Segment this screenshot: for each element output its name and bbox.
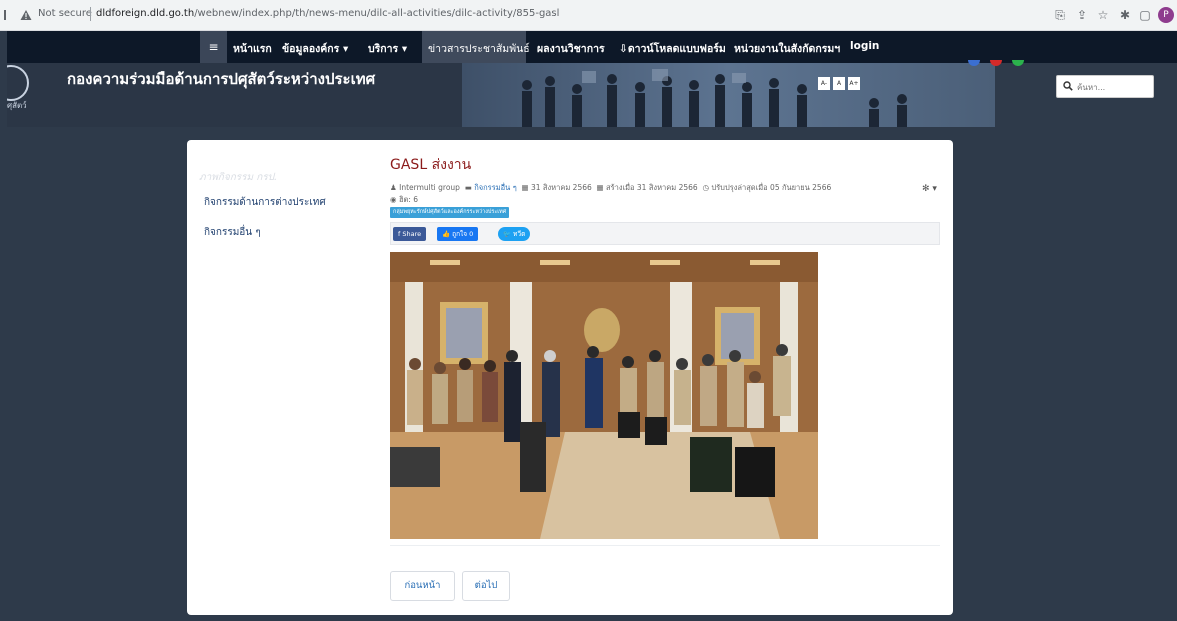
search-box [1056, 75, 1154, 98]
facebook-share-button[interactable]: f Share [393, 227, 427, 241]
font-decrease-button[interactable]: A- [818, 77, 830, 90]
social-green-icon[interactable] [1012, 60, 1024, 66]
banner-silhouette-image [462, 63, 995, 127]
tab-edge [4, 10, 6, 20]
like-button[interactable]: 👍 ถูกใจ 0 [437, 227, 479, 241]
hamburger-icon[interactable]: ≡ [200, 31, 227, 63]
browser-address-bar: Not secure dldforeign.dld.go.th/webnew/i… [0, 0, 1177, 31]
twitter-icon: 🐦 [503, 230, 512, 238]
folder-icon: ▬ [464, 183, 472, 192]
people-silhouettes-illustration [522, 69, 907, 127]
share-bar: f Share 👍 ถูกใจ 0 🐦 ทวีต [390, 222, 940, 245]
search-icon [1063, 81, 1073, 91]
eye-icon: ◉ [390, 195, 397, 204]
nav-login[interactable]: login [850, 40, 879, 52]
category-link[interactable]: กิจกรรมอื่น ๆ [474, 183, 517, 192]
sidebar-item-foreign-activities[interactable]: กิจกรรมด้านการต่างประเทศ [204, 195, 326, 210]
calendar-icon: ▦ [521, 183, 529, 192]
user-icon: ♟ [390, 183, 397, 192]
hits-count: ฮิต: 6 [398, 195, 419, 204]
nav-home[interactable]: หน้าแรก [233, 40, 272, 57]
translate-icon[interactable]: ⎘ [1053, 8, 1067, 22]
warning-icon [20, 10, 32, 20]
article-meta: ♟ Intermulti group ▬ กิจกรรมอื่น ๆ ▦ 31 … [390, 182, 831, 194]
nav-news[interactable]: ข่าวสารประชาสัมพันธ์ [428, 40, 530, 57]
profile-avatar[interactable]: P [1158, 7, 1174, 23]
font-normal-button[interactable]: A [833, 77, 845, 90]
department-logo [7, 65, 29, 101]
search-input[interactable] [1077, 79, 1151, 95]
main-navbar: ≡ หน้าแรก ข้อมูลองค์กร ▾ บริการ ▾ ข่าวสา… [7, 31, 1177, 63]
content-divider [390, 545, 940, 546]
site-title: กองความร่วมมือด้านการปศุสัตว์ระหว่างประเ… [67, 70, 376, 88]
url-host: dldforeign.dld.go.th [96, 8, 195, 19]
nav-agencies[interactable]: หน่วยงานในสังกัดกรมฯ [734, 40, 840, 57]
nav-services[interactable]: บริการ ▾ [368, 40, 407, 57]
sidebar-item-other-activities[interactable]: กิจกรรมอื่น ๆ [204, 225, 261, 240]
content-card: ภาพกิจกรรม กรป. กิจกรรมด้านการต่างประเทศ… [187, 140, 953, 615]
facebook-icon: f [398, 230, 401, 238]
url-field[interactable]: dldforeign.dld.go.th/webnew/index.php/th… [96, 8, 559, 19]
security-label[interactable]: Not secure [38, 8, 92, 19]
facebook-share-label: Share [402, 230, 422, 238]
prev-button[interactable]: ก่อนหน้า [390, 571, 455, 601]
nav-organization[interactable]: ข้อมูลองค์กร ▾ [282, 40, 348, 57]
group-photo-image [390, 252, 818, 539]
author-label: Intermulti group [399, 183, 460, 192]
tweet-button[interactable]: 🐦 ทวีต [498, 227, 531, 241]
created-date: สร้างเมื่อ 31 สิงหาคม 2566 [606, 183, 698, 192]
nav-academic[interactable]: ผลงานวิชาการ [537, 40, 605, 57]
side-panel-icon[interactable]: ▢ [1138, 8, 1152, 22]
publish-date: 31 สิงหาคม 2566 [531, 183, 592, 192]
nav-download[interactable]: ⇩ดาวน์โหลดแบบฟอร์ม [619, 40, 726, 57]
article-tag[interactable]: กลุ่มพยุหะรักษ์ปศุสัตว์และองค์กรระหว่างป… [390, 207, 510, 218]
header-banner: ศุสัตว์ กองความร่วมมือด้านการปศุสัตว์ระห… [7, 63, 995, 127]
thumbs-up-icon: 👍 [442, 230, 451, 238]
share-icon[interactable]: ⇪ [1075, 8, 1089, 22]
tweet-label: ทวีต [513, 230, 526, 238]
next-button[interactable]: ต่อไป [462, 571, 510, 601]
url-separator [90, 7, 91, 21]
article-photo [390, 252, 818, 539]
bookmark-star-icon[interactable]: ☆ [1096, 8, 1110, 22]
article-title: GASL ส่งงาน [390, 157, 472, 173]
nav-download-label: ดาวน์โหลดแบบฟอร์ม [627, 43, 726, 55]
calendar-created-icon: ▦ [596, 183, 604, 192]
font-increase-button[interactable]: A+ [848, 77, 860, 90]
clock-icon: ◷ [702, 183, 709, 192]
download-icon: ⇩ [619, 43, 628, 55]
updated-date: ปรับปรุงล่าสุดเมื่อ 05 กันยายน 2566 [711, 183, 832, 192]
sidebar-heading: ภาพกิจกรรม กรป. [199, 172, 278, 183]
gear-icon[interactable]: ✻ ▾ [922, 184, 937, 194]
url-path: /webnew/index.php/th/news-menu/dilc-all-… [194, 8, 560, 19]
logo-text: ศุสัตว์ [7, 101, 27, 110]
extensions-icon[interactable]: ✱ [1118, 8, 1132, 22]
like-label: ถูกใจ 0 [452, 230, 474, 238]
hits-row: ◉ ฮิต: 6 [390, 194, 418, 206]
